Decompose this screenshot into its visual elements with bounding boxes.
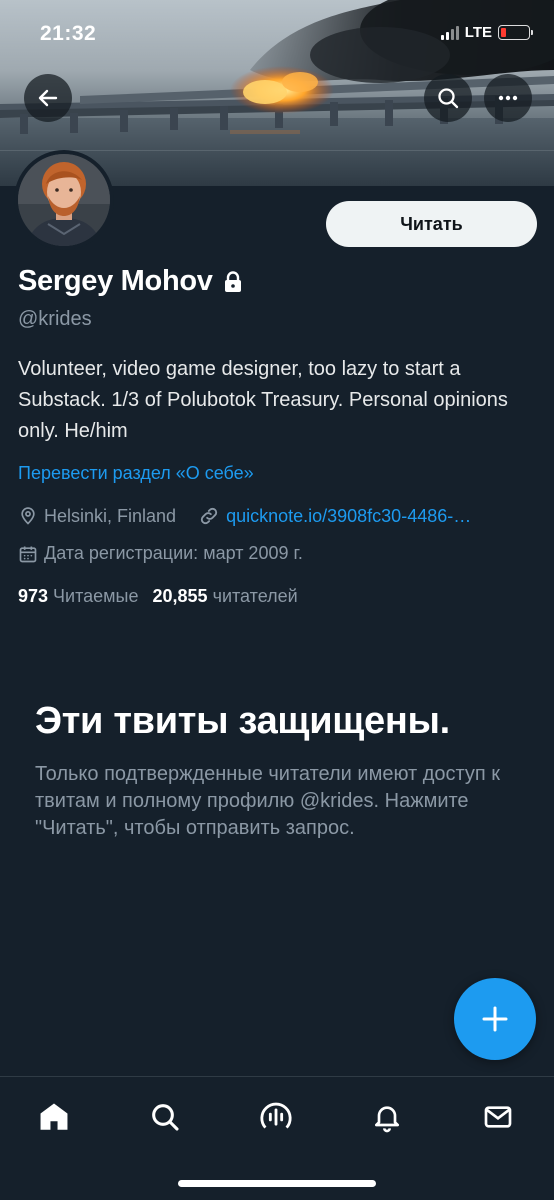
home-icon	[40, 1103, 68, 1130]
signal-icon	[440, 25, 459, 40]
nav-messages[interactable]	[478, 1097, 518, 1137]
search-icon	[152, 1104, 179, 1131]
arrow-left-icon	[38, 89, 58, 107]
location-pin-icon	[21, 507, 35, 525]
following-label: Читаемые	[53, 586, 139, 606]
location-item: Helsinki, Finland	[18, 506, 176, 527]
spaces-icon	[260, 1102, 292, 1129]
profile-name-row: Sergey Mohov	[18, 265, 243, 298]
more-horizontal-icon	[498, 95, 518, 101]
calendar-icon	[19, 546, 37, 562]
search-icon	[438, 88, 459, 109]
followers-stat[interactable]: 20,855 читателей	[153, 586, 298, 607]
compose-button[interactable]	[454, 978, 536, 1060]
protected-description: Только подтвержденные читатели имеют дос…	[35, 763, 501, 839]
plus-icon	[482, 1006, 508, 1032]
followers-count: 20,855	[152, 586, 208, 606]
protected-title: Эти твиты защищены.	[35, 700, 450, 742]
follow-button[interactable]: Читать	[326, 201, 537, 247]
profile-meta-row: Helsinki, Finland quicknote.io/3908fc30-…	[18, 505, 471, 527]
website-item[interactable]: quicknote.io/3908fc30-4486-…	[198, 505, 471, 527]
status-bar: 21:32 LTE	[0, 0, 554, 66]
status-time: 21:32	[40, 22, 97, 45]
battery-icon	[498, 25, 533, 40]
mail-icon	[484, 1106, 512, 1128]
location-text: Helsinki, Finland	[44, 505, 177, 526]
joined-text: Дата регистрации: март 2009 г.	[44, 543, 303, 563]
profile-stats: 973 Читаемые 20,855 читателей	[18, 586, 298, 607]
website-link[interactable]: quicknote.io/3908fc30-4486-…	[226, 506, 471, 527]
status-indicators: LTE	[440, 24, 533, 41]
profile-name: Sergey Mohov	[18, 265, 213, 297]
bell-icon	[375, 1106, 399, 1133]
nav-home[interactable]	[34, 1097, 74, 1137]
following-stat[interactable]: 973 Читаемые	[18, 586, 139, 607]
joined-item: Дата регистрации: март 2009 г.	[18, 543, 303, 564]
translate-bio-link[interactable]: Перевести раздел «О себе»	[18, 463, 254, 484]
profile-bio: Volunteer, video game designer, too lazy…	[18, 358, 508, 442]
link-icon	[200, 507, 218, 525]
back-button[interactable]	[24, 74, 72, 122]
more-button[interactable]	[484, 74, 532, 122]
joined-row: Дата регистрации: март 2009 г.	[18, 543, 303, 564]
nav-notifications[interactable]	[367, 1097, 407, 1137]
avatar[interactable]	[14, 150, 114, 250]
followers-label: читателей	[212, 586, 298, 606]
following-count: 973	[18, 586, 49, 606]
nav-search[interactable]	[145, 1097, 185, 1137]
search-button[interactable]	[424, 74, 472, 122]
avatar-photo	[18, 154, 110, 246]
home-indicator	[178, 1180, 376, 1187]
network-label: LTE	[464, 24, 492, 41]
nav-spaces[interactable]	[256, 1097, 296, 1137]
profile-handle: @krides	[18, 308, 92, 330]
lock-icon	[224, 270, 241, 292]
